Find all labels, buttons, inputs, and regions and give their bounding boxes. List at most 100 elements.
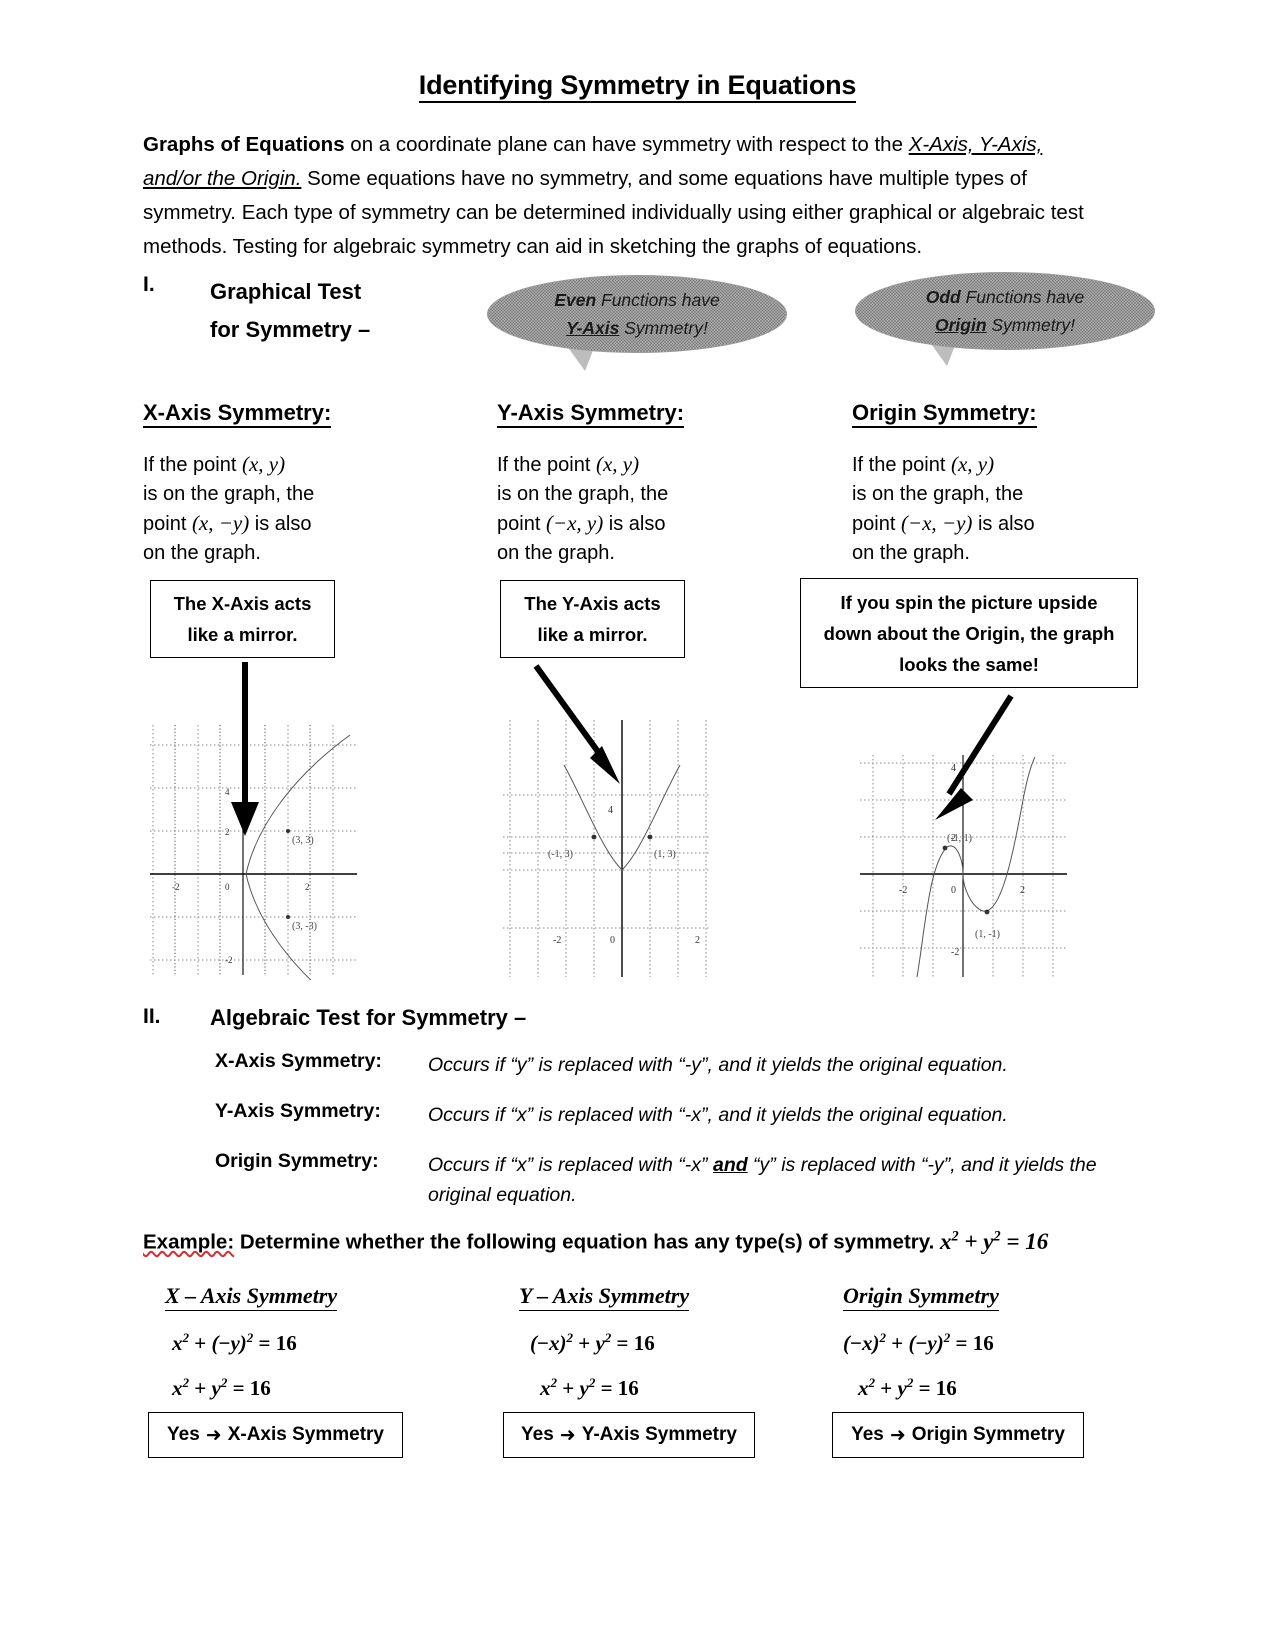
page-title: Identifying Symmetry in Equations	[0, 70, 1275, 103]
pointer-arrow-y-axis	[533, 664, 620, 784]
alg-label-y-axis: Y-Axis Symmetry:	[215, 1100, 381, 1122]
point-label: (1, -1)	[975, 929, 1000, 940]
callout-odd-emph: Odd	[925, 287, 961, 307]
callout-odd-underline: Origin	[934, 315, 987, 335]
y-axis-line1: If the point (x, y)	[497, 450, 797, 480]
tick-label: 0	[225, 882, 230, 892]
worked-heading-y-axis: Y – Axis Symmetry	[519, 1283, 690, 1311]
y-axis-line3: point (−x, y) is also	[497, 509, 797, 539]
callout-odd-functions: Odd Functions have Origin Symmetry!	[855, 272, 1155, 366]
origin-line3-post: is also	[972, 513, 1035, 535]
origin-line3-math: (−x, −y)	[900, 511, 973, 535]
x-axis-line4: on the graph.	[143, 542, 261, 564]
answer-box-x-axis: Yes ➜ X-Axis Symmetry	[148, 1412, 403, 1458]
callout-even-body: Even Functions have Y-Axis Symmetry!	[487, 275, 787, 353]
column-heading-origin: Origin Symmetry:	[852, 400, 1037, 428]
column-body-y-axis: If the point (x, y) is on the graph, the…	[497, 450, 797, 568]
pointer-arrow-x-axis	[231, 662, 259, 836]
tick-label: 0	[951, 885, 956, 896]
data-point	[942, 845, 948, 851]
note-box-y-axis-line2: like a mirror.	[537, 624, 648, 645]
tick-label: 2	[305, 882, 310, 892]
point-label: (1, 3)	[654, 849, 676, 860]
answer-arrow-icon: ➜	[889, 1424, 906, 1446]
data-point	[286, 915, 290, 919]
column-heading-y-axis: Y-Axis Symmetry:	[497, 400, 685, 428]
tick-label: 0	[610, 935, 615, 946]
point-label: (3, -3)	[292, 921, 317, 932]
alg-label-x-axis: X-Axis Symmetry:	[215, 1050, 382, 1072]
column-body-x-axis: If the point (x, y) is on the graph, the…	[143, 450, 443, 568]
note-box-origin-line1: If you spin the picture upside	[840, 591, 1098, 613]
tick-label: 2	[1020, 885, 1025, 896]
worked-heading-x-axis-text: X – Axis Symmetry	[165, 1283, 338, 1311]
callout-odd-rest: Functions have	[960, 287, 1085, 307]
intro-part-one: on a coordinate plane can have symmetry …	[344, 133, 909, 156]
y-axis-line1-pre: If the point	[497, 454, 596, 476]
y-axis-line3-pre: point	[497, 513, 546, 535]
y-axis-line1-math: (x, y)	[595, 452, 640, 476]
y-axis-line2: is on the graph, the	[497, 483, 669, 505]
answer-yes-origin: Yes	[851, 1424, 884, 1445]
column-body-origin: If the point (x, y) is on the graph, the…	[852, 450, 1152, 568]
worked-step1-x-axis: x2 + (−y)2 = 16	[172, 1330, 297, 1355]
example-label: Example:	[143, 1230, 235, 1254]
tick-label: -2	[225, 955, 233, 965]
callout-odd-line2: Origin Symmetry!	[935, 311, 1075, 339]
origin-line3-pre: point	[852, 513, 901, 535]
worked-heading-origin: Origin Symmetry	[843, 1283, 999, 1311]
tick-label: 4	[608, 805, 613, 816]
answer-tail-x-axis: X-Axis Symmetry	[227, 1424, 384, 1445]
point-label: (-1, 3)	[548, 849, 573, 860]
x-axis-line1-pre: If the point	[143, 454, 242, 476]
point-label: (3, 3)	[292, 835, 314, 846]
section-one-title-line1: Graphical Test	[210, 279, 362, 304]
origin-line1-pre: If the point	[852, 454, 951, 476]
x-axis-line3-pre: point	[143, 513, 192, 535]
callout-even-line2: Y-Axis Symmetry!	[566, 314, 708, 342]
pointer-arrow-origin	[935, 694, 1014, 820]
section-one-title-line2: for Symmetry –	[210, 317, 371, 342]
note-box-origin-line2: down about the Origin, the graph	[823, 622, 1115, 644]
note-box-y-axis-line1: The Y-Axis acts	[524, 593, 661, 614]
y-axis-line4: on the graph.	[497, 542, 615, 564]
column-heading-origin-text: Origin Symmetry:	[852, 400, 1037, 428]
answer-box-origin: Yes ➜ Origin Symmetry	[832, 1412, 1084, 1458]
callout-odd-body: Odd Functions have Origin Symmetry!	[855, 272, 1155, 350]
origin-line2: is on the graph, the	[852, 483, 1024, 505]
y-axis-line3-post: is also	[603, 513, 666, 535]
alg-label-origin: Origin Symmetry:	[215, 1150, 379, 1172]
callout-even-functions: Even Functions have Y-Axis Symmetry!	[487, 275, 787, 371]
tick-label: -2	[899, 885, 907, 896]
alg-text-origin: Occurs if “x” is replaced with “-x” and …	[428, 1150, 1108, 1210]
data-point	[286, 829, 290, 833]
answer-arrow-icon: ➜	[559, 1424, 576, 1446]
x-axis-line2: is on the graph, the	[143, 483, 315, 505]
section-two-title: Algebraic Test for Symmetry –	[210, 1005, 527, 1030]
data-point	[647, 834, 653, 840]
alg-text-x-axis: Occurs if “y” is replaced with “-y”, and…	[428, 1054, 1008, 1076]
tick-label: -2	[553, 935, 561, 946]
alg-text-y-axis: Occurs if “x” is replaced with “-x”, and…	[428, 1104, 1008, 1126]
worked-heading-x-axis: X – Axis Symmetry	[165, 1283, 338, 1311]
section-one-number: I.	[143, 273, 155, 296]
answer-yes-x-axis: Yes	[167, 1424, 200, 1445]
example-equation: x2 + y2 = 16	[940, 1228, 1049, 1254]
worked-heading-origin-text: Origin Symmetry	[843, 1283, 999, 1311]
x-axis-line1: If the point (x, y)	[143, 450, 443, 480]
answer-tail-y-axis: Y-Axis Symmetry	[581, 1424, 737, 1445]
page-title-text: Identifying Symmetry in Equations	[418, 70, 856, 103]
origin-line1-math: (x, y)	[950, 452, 995, 476]
note-box-origin: If you spin the picture upside down abou…	[800, 578, 1138, 688]
tick-label: -2	[951, 947, 959, 958]
alg-text-origin-pre: Occurs if “x” is replaced with “-x”	[428, 1154, 713, 1176]
note-box-origin-line3: looks the same!	[899, 653, 1039, 675]
tick-label: -2	[172, 882, 180, 892]
x-axis-line3: point (x, −y) is also	[143, 509, 443, 539]
example-prompt: Example: Determine whether the following…	[143, 1228, 1048, 1255]
y-axis-line3-math: (−x, y)	[545, 511, 604, 535]
note-box-x-axis-line1: The X-Axis acts	[173, 593, 312, 614]
answer-tail-origin: Origin Symmetry	[911, 1424, 1065, 1445]
origin-line1: If the point (x, y)	[852, 450, 1152, 480]
callout-odd-line1: Odd Functions have	[926, 283, 1085, 311]
